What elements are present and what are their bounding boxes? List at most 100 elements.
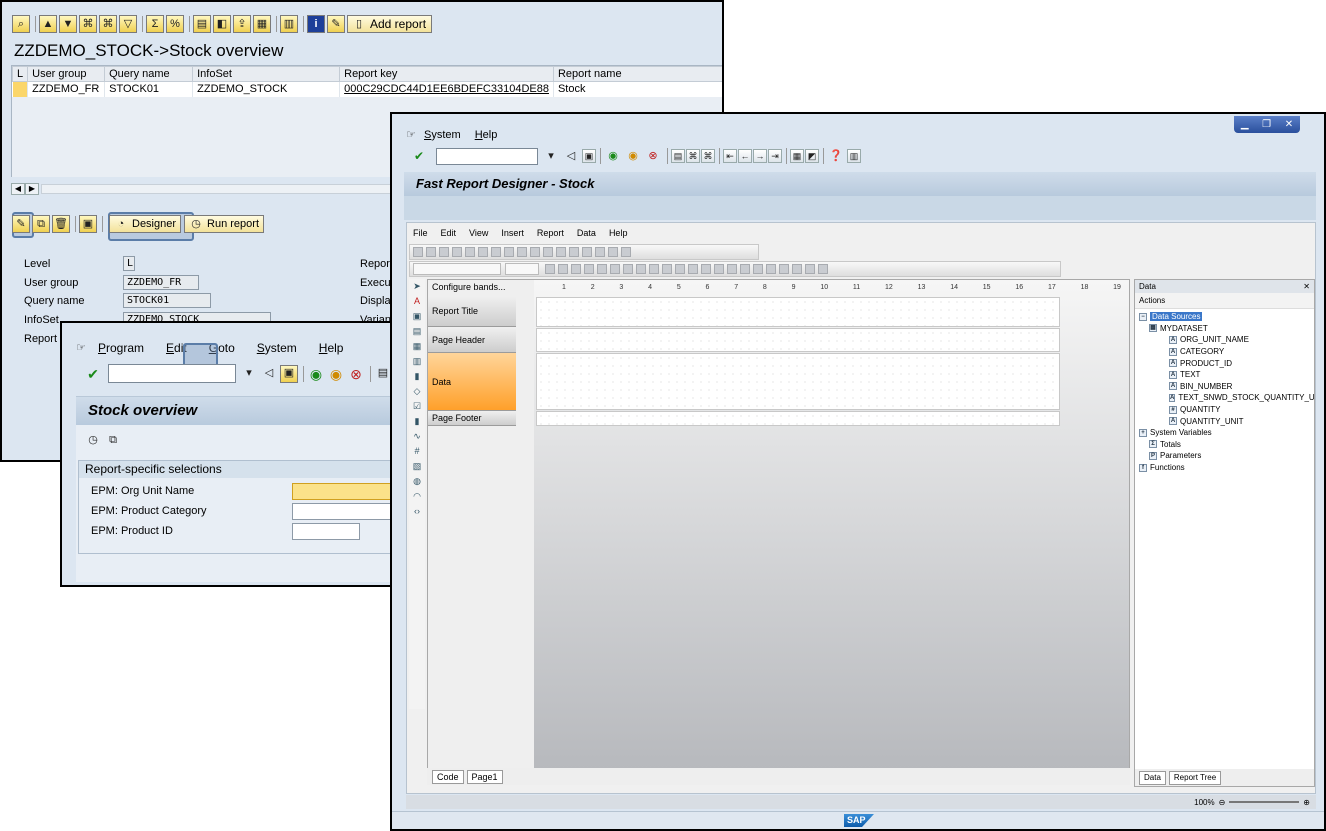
- text-color-icon[interactable]: [675, 264, 685, 274]
- query-name-field[interactable]: STOCK01: [123, 293, 211, 308]
- tree-item-dataset[interactable]: ▦ MYDATASET: [1139, 323, 1314, 335]
- tree-item-system-variables[interactable]: + System Variables: [1139, 427, 1314, 439]
- previous-page-icon[interactable]: ←: [738, 149, 752, 163]
- tree-item-field[interactable]: # QUANTITY: [1139, 404, 1314, 416]
- product-category-input[interactable]: [292, 503, 398, 520]
- checkmark-icon[interactable]: ✔: [84, 365, 102, 383]
- save-icon[interactable]: ▣: [280, 364, 298, 383]
- actions-menu[interactable]: Actions: [1139, 296, 1165, 305]
- menu-help[interactable]: Help: [319, 341, 344, 355]
- map-tool-icon[interactable]: ◍: [413, 474, 421, 489]
- help-icon[interactable]: ❓: [827, 147, 845, 165]
- designer-button[interactable]: ◔ Designer: [109, 215, 182, 233]
- fr-menu-insert[interactable]: Insert: [501, 228, 524, 238]
- menu-icon[interactable]: ☞: [72, 339, 90, 357]
- scroll-right-icon[interactable]: ▶: [25, 183, 39, 195]
- fill-color-icon[interactable]: [779, 264, 789, 274]
- save-icon[interactable]: ▣: [79, 215, 97, 233]
- page-footer-area[interactable]: [536, 411, 1060, 426]
- menu-program[interactable]: Program: [98, 341, 144, 355]
- variant-icon[interactable]: ⧉: [104, 431, 122, 449]
- ungroup-icon[interactable]: [556, 247, 566, 257]
- chart-tool-icon[interactable]: ▮: [415, 414, 420, 429]
- border-none-icon[interactable]: [766, 264, 776, 274]
- border-left-icon[interactable]: [727, 264, 737, 274]
- report-key-link[interactable]: 000C29CDC44D1EE6BDEFC33104DE88: [339, 81, 554, 97]
- configure-bands-button[interactable]: Configure bands...: [428, 280, 534, 296]
- justify-icon[interactable]: [623, 264, 633, 274]
- format-painter-icon[interactable]: [504, 247, 514, 257]
- picture-tool-icon[interactable]: ▣: [413, 309, 422, 324]
- shape-tool-icon[interactable]: ◇: [414, 384, 421, 399]
- bold-icon[interactable]: [545, 264, 555, 274]
- command-field[interactable]: [108, 364, 236, 383]
- line-width-icon[interactable]: [805, 264, 815, 274]
- exit-icon[interactable]: ◉: [327, 365, 345, 383]
- tree-item-field[interactable]: A ORG_UNIT_NAME: [1139, 334, 1314, 346]
- first-page-icon[interactable]: ⇤: [723, 149, 737, 163]
- designer-standard-toolbar[interactable]: [409, 244, 759, 260]
- checkbox-tool-icon[interactable]: ☑: [413, 399, 421, 414]
- align-bottom-icon[interactable]: [662, 264, 672, 274]
- underline-icon[interactable]: [571, 264, 581, 274]
- tree-item-parameters[interactable]: P Parameters: [1139, 450, 1314, 462]
- sort-descending-icon[interactable]: ▼: [59, 15, 77, 33]
- align-left-icon[interactable]: [584, 264, 594, 274]
- border-all-icon[interactable]: [753, 264, 763, 274]
- print-icon[interactable]: ▤: [193, 15, 211, 33]
- level-field[interactable]: L: [123, 256, 135, 271]
- add-report-button[interactable]: ▯ Add report: [347, 15, 433, 33]
- zoom-out-icon[interactable]: ⊖: [1219, 798, 1226, 807]
- line-diagonal-icon[interactable]: [595, 247, 605, 257]
- layout-icon[interactable]: ▥: [847, 149, 861, 163]
- percent-icon[interactable]: %: [166, 15, 184, 33]
- align-top-icon[interactable]: [636, 264, 646, 274]
- maximize-icon[interactable]: ❐: [1262, 119, 1271, 130]
- number-tool-icon[interactable]: #: [414, 444, 419, 459]
- tree-item-functions[interactable]: f Functions: [1139, 462, 1314, 474]
- pin-close-icon[interactable]: ✕: [1303, 282, 1310, 291]
- barcode-tool-icon[interactable]: ▮: [415, 369, 420, 384]
- font-name-select[interactable]: [413, 263, 501, 275]
- tab-report-tree[interactable]: Report Tree: [1168, 770, 1222, 785]
- copy-icon[interactable]: [478, 247, 488, 257]
- org-unit-input[interactable]: [292, 483, 398, 500]
- band-data[interactable]: Data: [428, 353, 516, 411]
- tree-item-field[interactable]: A QUANTITY_UNIT: [1139, 415, 1314, 427]
- export-icon[interactable]: ⇪: [233, 15, 251, 33]
- column-header[interactable]: User group: [27, 66, 106, 82]
- back-icon[interactable]: ◉: [307, 365, 325, 383]
- tree-item-field[interactable]: A TEXT_SNWD_STOCK_QUANTITY_U: [1139, 392, 1314, 404]
- tree-item-field[interactable]: A PRODUCT_ID: [1139, 357, 1314, 369]
- design-surface[interactable]: Configure bands... Report Title Page Hea…: [427, 279, 1130, 771]
- tree-item-field[interactable]: A BIN_NUMBER: [1139, 381, 1314, 393]
- scroll-left-icon[interactable]: ◀: [11, 183, 25, 195]
- info-icon[interactable]: i: [307, 15, 325, 33]
- row-selector[interactable]: [12, 81, 29, 97]
- html-tool-icon[interactable]: ‹›: [414, 504, 420, 519]
- cut-icon[interactable]: [465, 247, 475, 257]
- save-icon[interactable]: ▣: [582, 149, 596, 163]
- band-page-footer[interactable]: Page Footer: [428, 411, 516, 426]
- tree-item-totals[interactable]: Σ Totals: [1139, 439, 1314, 451]
- fr-menu-help[interactable]: Help: [609, 228, 628, 238]
- subreport-tool-icon[interactable]: ▤: [413, 324, 422, 339]
- back-arrow-icon[interactable]: ◁: [260, 365, 278, 383]
- border-bottom-icon[interactable]: [714, 264, 724, 274]
- column-header[interactable]: Report key: [339, 66, 554, 82]
- gauge-tool-icon[interactable]: ◠: [413, 489, 421, 504]
- print-icon[interactable]: ▤: [671, 149, 685, 163]
- zoom-in-icon[interactable]: ⊕: [1303, 798, 1310, 807]
- details-icon[interactable]: ⌕: [12, 15, 30, 33]
- paste-icon[interactable]: [491, 247, 501, 257]
- menu-system[interactable]: System: [257, 341, 297, 355]
- page-header-area[interactable]: [536, 328, 1060, 352]
- border-top-icon[interactable]: [701, 264, 711, 274]
- sort-ascending-icon[interactable]: ▲: [39, 15, 57, 33]
- column-header[interactable]: L: [11, 66, 29, 82]
- last-page-icon[interactable]: ⇥: [768, 149, 782, 163]
- line-color-icon[interactable]: [792, 264, 802, 274]
- matrix-tool-icon[interactable]: ▥: [413, 354, 422, 369]
- band-page-header[interactable]: Page Header: [428, 327, 516, 353]
- minimize-icon[interactable]: ▁: [1241, 119, 1249, 130]
